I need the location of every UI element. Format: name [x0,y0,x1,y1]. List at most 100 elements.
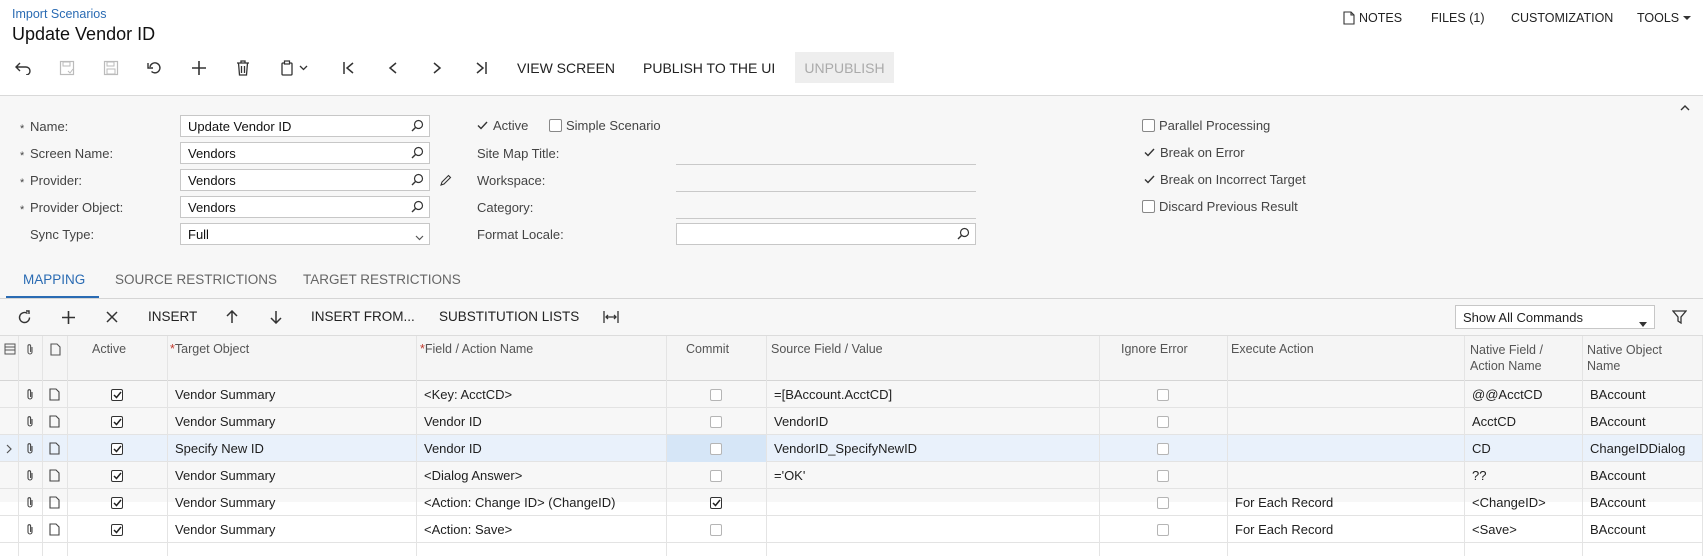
active-cell[interactable] [67,489,167,516]
edit-pencil-icon[interactable] [437,172,453,188]
simple-scenario-checkbox[interactable]: Simple Scenario [549,118,661,133]
active-checkbox[interactable]: Active [477,118,528,133]
unpublish-button[interactable]: UNPUBLISH [795,52,894,83]
ignore-error-cell[interactable] [1099,462,1227,489]
source-field-cell[interactable]: =[BAccount.AcctCD] [766,381,1099,408]
commit-checkbox[interactable] [710,496,722,509]
chevron-down-icon[interactable] [296,56,310,80]
active-cell[interactable] [67,408,167,435]
provider-field[interactable]: Vendors [180,169,430,191]
back-icon[interactable] [8,56,38,80]
commit-cell[interactable] [666,516,766,543]
commit-cell[interactable] [666,408,766,435]
row-selector-icon[interactable] [2,342,18,356]
target-object-cell[interactable]: Vendor Summary [167,408,416,435]
note-icon[interactable] [42,435,67,462]
commit-checkbox[interactable] [710,388,722,401]
ignore-error-cell[interactable] [1099,408,1227,435]
active-checkbox[interactable] [111,496,123,509]
source-field-cell[interactable] [766,489,1099,516]
active-cell[interactable] [67,381,167,408]
discard-previous-result-checkbox[interactable]: Discard Previous Result [1142,199,1298,214]
files-link[interactable]: FILES (1) [1431,11,1485,25]
attachment-icon[interactable] [18,381,42,408]
execute-action-cell[interactable] [1227,462,1464,489]
active-checkbox[interactable] [111,415,123,428]
commit-checkbox[interactable] [710,469,722,482]
field-action-cell[interactable]: Vendor ID [416,435,666,462]
table-row[interactable]: Specify New ID Vendor ID VendorID_SpecifyN… [0,435,1703,462]
category-field[interactable] [676,218,976,219]
source-field-cell[interactable]: VendorID [766,408,1099,435]
ignore-error-checkbox[interactable] [1157,442,1169,455]
tools-menu[interactable]: TOOLS [1637,11,1692,25]
search-icon[interactable] [411,173,424,189]
header-field-action-name[interactable]: *Field / Action Name [420,342,533,356]
site-map-title-field[interactable] [676,164,976,165]
ignore-error-checkbox[interactable] [1157,388,1169,401]
commit-checkbox[interactable] [710,442,722,455]
publish-button[interactable]: PUBLISH TO THE UI [643,60,775,76]
notes-link[interactable]: NOTES [1343,11,1402,25]
execute-action-cell[interactable]: For Each Record [1227,489,1464,516]
active-checkbox[interactable] [111,469,123,482]
active-checkbox[interactable] [111,442,123,455]
header-execute-action[interactable]: Execute Action [1231,342,1314,356]
refresh-icon[interactable] [11,306,37,328]
next-record-icon[interactable] [422,56,452,80]
active-cell[interactable] [67,462,167,489]
header-commit[interactable]: Commit [686,342,729,356]
commit-checkbox[interactable] [710,523,722,536]
breadcrumb[interactable]: Import Scenarios [12,7,106,21]
field-action-cell[interactable]: <Key: AcctCD> [416,381,666,408]
sync-type-select[interactable]: Full [180,223,430,245]
target-object-cell[interactable]: Vendor Summary [167,489,416,516]
filter-icon[interactable] [1666,306,1692,328]
customization-link[interactable]: CUSTOMIZATION [1511,11,1613,25]
table-row[interactable]: Vendor Summary Vendor ID VendorID AcctCD BAc… [0,408,1703,435]
ignore-error-checkbox[interactable] [1157,415,1169,428]
commit-cell[interactable] [666,489,766,516]
collapse-chevron-icon[interactable] [1677,100,1693,114]
active-cell[interactable] [67,435,167,462]
header-native-field[interactable]: Native Field / Action Name [1470,342,1543,374]
parallel-processing-checkbox[interactable]: Parallel Processing [1142,118,1270,133]
commit-cell[interactable] [666,381,766,408]
provider-object-field[interactable]: Vendors [180,196,430,218]
field-action-cell[interactable]: <Action: Change ID> (ChangeID) [416,489,666,516]
ignore-error-cell[interactable] [1099,381,1227,408]
target-object-cell[interactable]: Vendor Summary [167,381,416,408]
attachment-icon[interactable] [18,462,42,489]
search-icon[interactable] [411,119,424,135]
ignore-error-cell[interactable] [1099,489,1227,516]
tab-mapping[interactable]: MAPPING [23,272,85,287]
commit-cell[interactable] [666,462,766,489]
source-field-cell[interactable] [766,516,1099,543]
search-icon[interactable] [411,200,424,216]
active-checkbox[interactable] [111,388,123,401]
note-icon[interactable] [42,489,67,516]
fit-columns-icon[interactable] [598,306,624,328]
insert-from-button[interactable]: INSERT FROM... [311,309,415,324]
substitution-lists-button[interactable]: SUBSTITUTION LISTS [439,309,579,324]
insert-button[interactable]: INSERT [148,309,197,324]
field-action-cell[interactable]: <Dialog Answer> [416,462,666,489]
ignore-error-cell[interactable] [1099,435,1227,462]
view-screen-button[interactable]: VIEW SCREEN [517,60,615,76]
format-locale-field[interactable] [676,223,976,245]
previous-record-icon[interactable] [378,56,408,80]
note-icon[interactable] [42,516,67,543]
active-checkbox[interactable] [111,523,123,536]
header-ignore-error[interactable]: Ignore Error [1121,342,1188,356]
header-native-object[interactable]: Native Object Name [1587,342,1662,374]
field-action-cell[interactable]: <Action: Save> [416,516,666,543]
name-field[interactable]: Update Vendor ID [180,115,430,137]
field-action-cell[interactable]: Vendor ID [416,408,666,435]
header-active[interactable]: Active [92,342,126,356]
tab-source-restrictions[interactable]: SOURCE RESTRICTIONS [115,272,277,287]
active-cell[interactable] [67,516,167,543]
first-record-icon[interactable] [334,56,364,80]
search-icon[interactable] [411,146,424,162]
note-icon[interactable] [42,462,67,489]
last-record-icon[interactable] [466,56,496,80]
